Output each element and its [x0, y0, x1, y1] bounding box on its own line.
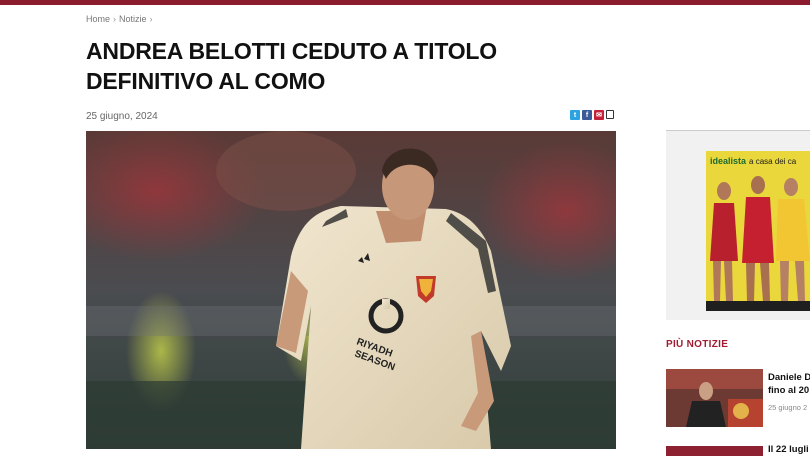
ad-brand: idealista a casa dei ca	[710, 156, 796, 166]
twitter-share-icon[interactable]: t	[570, 110, 580, 120]
player-photo: RIYADH SEASON	[86, 131, 616, 449]
news-title-line-2: fino al 20	[768, 385, 810, 396]
news-thumbnail[interactable]	[666, 369, 763, 427]
news-list-item[interactable]: Daniele D fino al 20 25 giugno 2	[666, 369, 810, 427]
top-brand-bar	[0, 0, 810, 5]
facebook-share-icon[interactable]: f	[582, 110, 592, 120]
news-title[interactable]: Daniele D fino al 20	[768, 371, 810, 397]
email-share-icon[interactable]: ✉	[594, 110, 604, 120]
ad-brand-name: idealista	[710, 156, 747, 166]
copy-link-icon[interactable]	[606, 110, 614, 119]
chevron-right-icon: ›	[149, 14, 153, 24]
article-title-line-1: ANDREA BELOTTI CEDUTO A TITOLO	[86, 38, 497, 64]
article-title: ANDREA BELOTTI CEDUTO A TITOLO DEFINITIV…	[86, 36, 606, 96]
news-date: 25 giugno 2	[768, 403, 808, 412]
ad-players-image	[706, 176, 810, 311]
article-title-line-2: DEFINITIVO AL COMO	[86, 68, 326, 94]
breadcrumb-home-link[interactable]: Home	[86, 14, 110, 24]
share-buttons: t f ✉	[570, 110, 614, 120]
chevron-right-icon: ›	[113, 14, 117, 24]
news-title-line-1: Daniele D	[768, 372, 810, 383]
news-thumbnail[interactable]	[666, 446, 763, 456]
ad-tagline: a casa dei ca	[749, 157, 797, 166]
news-list-item[interactable]: Il 22 lugli	[666, 444, 810, 456]
news-title[interactable]: Il 22 lugli	[768, 444, 809, 455]
article-date: 25 giugno, 2024	[86, 111, 158, 122]
news-thumbnail-image	[666, 369, 763, 427]
sidebar-advertisement[interactable]: idealista a casa dei ca	[666, 130, 810, 320]
more-news-heading: PIÙ NOTIZIE	[666, 339, 729, 350]
article-hero-image: RIYADH SEASON	[86, 131, 616, 449]
ad-background	[706, 151, 810, 311]
breadcrumb-notizie-link[interactable]: Notizie	[119, 14, 147, 24]
ad-banner[interactable]: idealista a casa dei ca	[706, 151, 810, 311]
breadcrumb: Home › Notizie ›	[86, 14, 153, 24]
